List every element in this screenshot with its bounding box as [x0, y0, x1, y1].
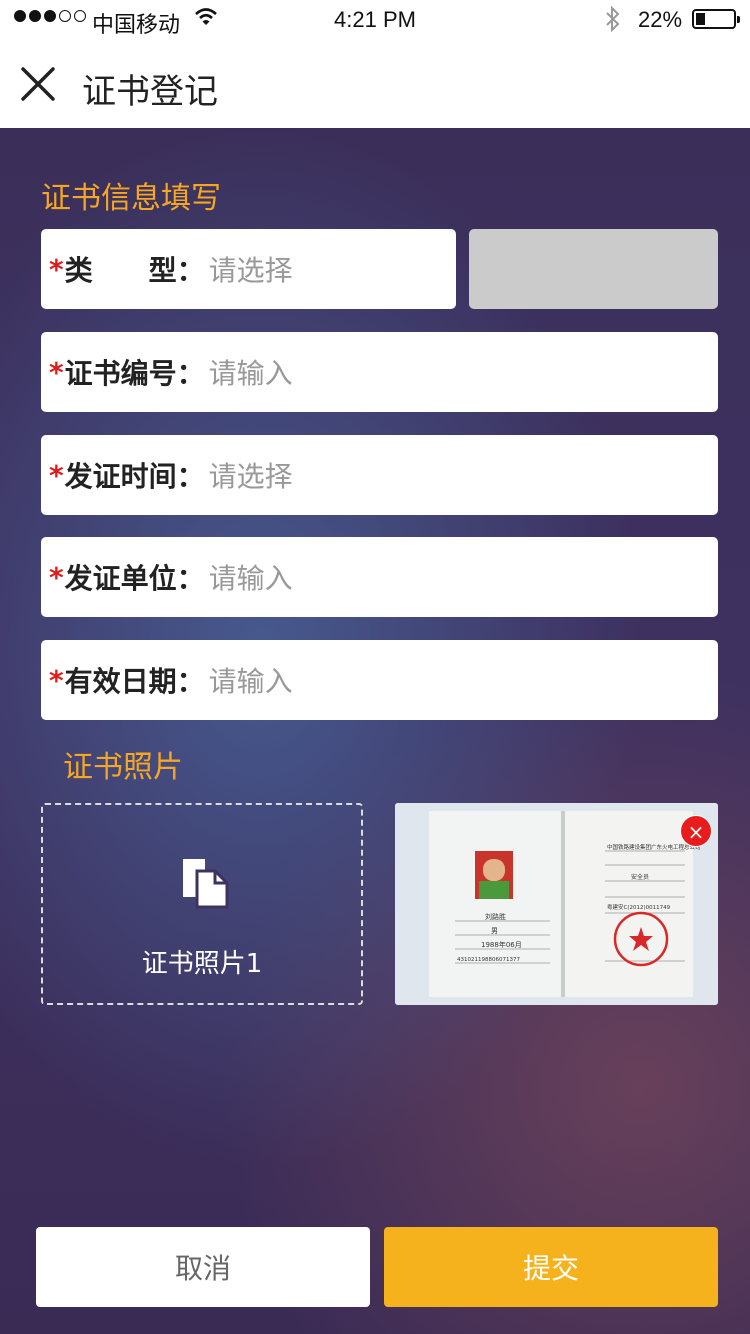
- battery-percentage: 22%: [638, 7, 683, 32]
- cert-number-field[interactable]: * 证书编号： 请输入: [41, 332, 718, 412]
- photo-section-title: 证书照片: [63, 750, 183, 785]
- nav-bar: 证书登记: [0, 40, 750, 128]
- cancel-button[interactable]: 取消: [36, 1227, 370, 1307]
- cert-gender: 男: [491, 927, 498, 935]
- status-bar: 中国移动 4:21 PM 22%: [0, 0, 750, 40]
- issuer-input[interactable]: 请输入: [209, 557, 293, 597]
- cert-number: 粤建安C(2012)0011749: [607, 903, 671, 911]
- valid-date-label: 有效日期：: [64, 665, 205, 698]
- cert-id: 431021198806071377: [457, 957, 520, 963]
- issue-date-label: 发证时间：: [64, 460, 205, 493]
- upload-photo-button[interactable]: 证书照片1: [41, 803, 363, 1005]
- page-title: 证书登记: [82, 72, 218, 112]
- cert-name: 刘路胜: [485, 912, 506, 921]
- issue-date-picker[interactable]: 请选择: [209, 455, 293, 495]
- valid-date-input[interactable]: 请输入: [209, 660, 293, 700]
- certificate-image: 刘路胜 男 1988年06月 431021198806071377 中国铁路建设…: [395, 803, 718, 1005]
- type-value: 请选择: [208, 254, 293, 287]
- required-mark: *: [49, 663, 64, 697]
- form-section-title: 证书信息填写: [41, 181, 221, 216]
- cert-number-label: 证书编号：: [64, 357, 205, 390]
- main-content: 证书信息填写 * 类 型： 请选择 * 证书编号： 请输入 * 发证时间： 请选…: [0, 128, 750, 1334]
- valid-date-field[interactable]: * 有效日期： 请输入: [41, 640, 718, 720]
- cert-number-input[interactable]: 请输入: [209, 352, 293, 392]
- issuer-label: 发证单位：: [64, 562, 205, 595]
- required-mark: *: [49, 560, 64, 594]
- document-icon: [183, 859, 229, 909]
- upload-label: 证书照片1: [141, 949, 263, 979]
- bluetooth-icon: [604, 5, 622, 39]
- required-mark: *: [49, 252, 64, 286]
- issue-date-field[interactable]: * 发证时间： 请选择: [41, 435, 718, 515]
- type-select[interactable]: * 类 型： 请选择: [41, 229, 456, 309]
- type-select-button[interactable]: [469, 229, 718, 309]
- required-mark: *: [49, 458, 64, 492]
- close-icon: [21, 67, 55, 101]
- certificate-photo[interactable]: 刘路胜 男 1988年06月 431021198806071377 中国铁路建设…: [395, 803, 718, 1005]
- type-label: 类 型：: [64, 254, 205, 287]
- submit-button[interactable]: 提交: [384, 1227, 718, 1307]
- required-mark: *: [49, 355, 64, 389]
- remove-photo-button[interactable]: ×: [680, 815, 712, 847]
- cert-birth: 1988年06月: [481, 940, 522, 949]
- cert-position: 安全员: [631, 873, 649, 881]
- battery-icon: [692, 9, 740, 29]
- close-button[interactable]: [16, 62, 60, 106]
- issuer-field[interactable]: * 发证单位： 请输入: [41, 537, 718, 617]
